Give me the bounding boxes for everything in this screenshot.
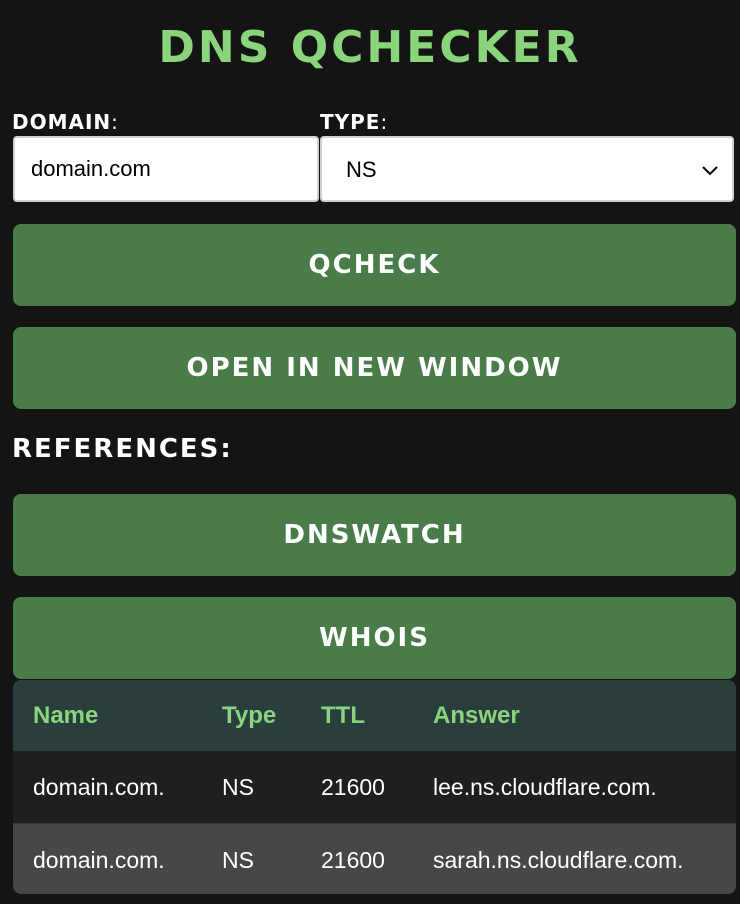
header-name: Name	[33, 702, 99, 729]
cell-name: domain.com.	[33, 847, 165, 873]
cell-ttl: 21600	[321, 774, 385, 800]
type-label: TYPE:	[320, 110, 388, 134]
cell-name: domain.com.	[33, 774, 165, 800]
table-header: Name Type TTL Answer	[13, 680, 736, 751]
type-select-value: NS	[346, 157, 377, 182]
cell-ttl: 21600	[321, 847, 385, 873]
cell-type: NS	[222, 847, 254, 873]
table-row: domain.com. NS 21600 sarah.ns.cloudflare…	[13, 824, 736, 894]
cell-answer: lee.ns.cloudflare.com.	[433, 774, 657, 800]
cell-type: NS	[222, 774, 254, 800]
domain-label-text: DOMAIN	[12, 110, 112, 134]
header-answer: Answer	[433, 702, 520, 729]
header-ttl: TTL	[321, 702, 365, 729]
open-new-window-button[interactable]: OPEN IN NEW WINDOW	[13, 327, 736, 409]
type-label-text: TYPE	[320, 110, 381, 134]
page-title: DNS QCHECKER	[158, 22, 582, 73]
references-heading: REFERENCES:	[12, 434, 233, 464]
whois-button[interactable]: WHOIS	[13, 597, 736, 679]
chevron-down-icon	[702, 166, 718, 176]
domain-input[interactable]	[15, 138, 317, 200]
dnswatch-button[interactable]: DNSWATCH	[13, 494, 736, 576]
table-row: domain.com. NS 21600 lee.ns.cloudflare.c…	[13, 751, 736, 824]
domain-field-wrapper	[13, 136, 319, 202]
domain-label: DOMAIN:	[12, 110, 119, 134]
cell-answer: sarah.ns.cloudflare.com.	[433, 847, 684, 873]
type-label-colon: :	[380, 110, 389, 134]
header-type: Type	[222, 702, 277, 729]
results-table: Name Type TTL Answer domain.com. NS 2160…	[13, 680, 736, 894]
domain-label-colon: :	[111, 110, 119, 134]
qcheck-button[interactable]: QCHECK	[13, 224, 736, 306]
type-select[interactable]: NS	[320, 136, 734, 202]
